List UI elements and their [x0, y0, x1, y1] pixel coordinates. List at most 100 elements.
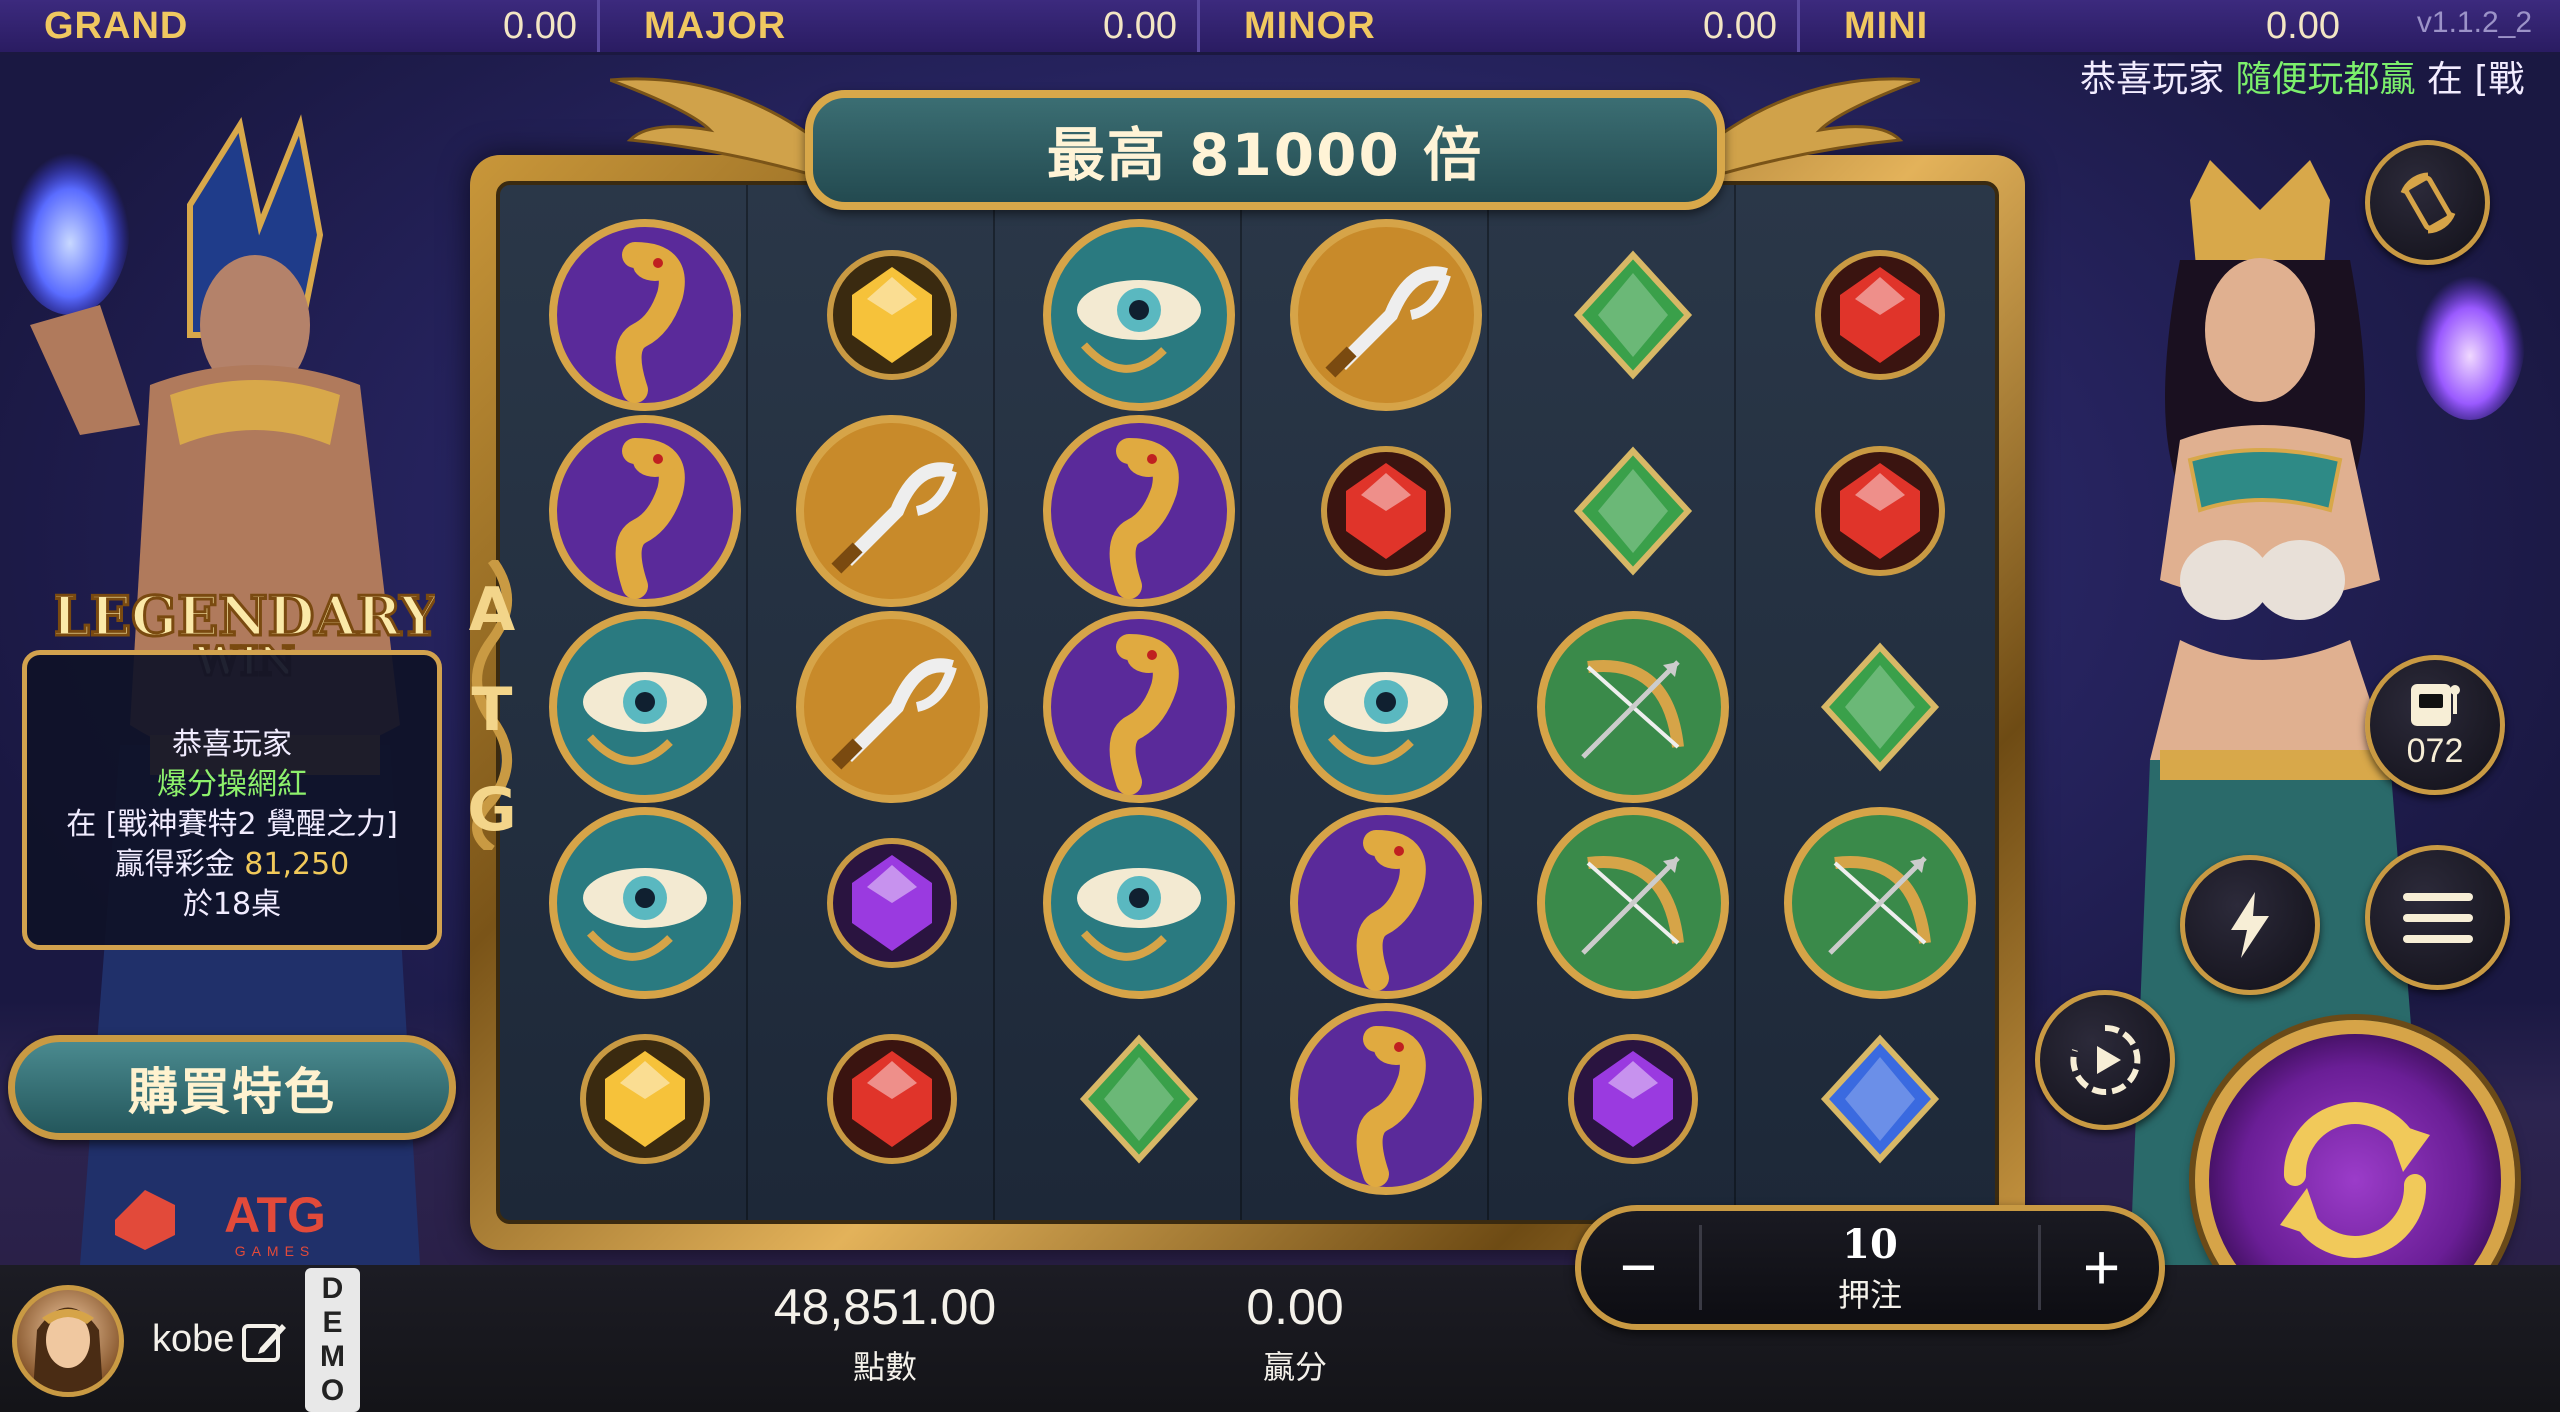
slot-machine-icon — [2411, 683, 2460, 726]
bet-label: 押注 — [1837, 1276, 1902, 1314]
bow-icon — [1784, 807, 1976, 999]
green-gem-icon — [1820, 642, 1940, 772]
rotate-screen-button[interactable] — [2365, 140, 2490, 265]
balance-value: 48,851.00 — [773, 1279, 997, 1335]
max-multiplier-text: 最高 81000 倍 — [1046, 121, 1484, 189]
cobra-icon — [549, 219, 741, 411]
blue-gem-icon — [1820, 1034, 1940, 1164]
notice-amount: 81,250 — [244, 847, 350, 882]
purple-gem-symbol — [1528, 999, 1738, 1199]
red-gem-icon — [1815, 250, 1945, 380]
green-gem-symbol — [1775, 607, 1985, 807]
jackpot-name: MINI — [1844, 4, 1929, 47]
winner-marquee: 恭喜玩家 隨便玩都贏 在 [戰 — [2080, 55, 2560, 105]
right-wing-ornament — [1700, 77, 1920, 180]
jackpot-minor: MINOR 0.00 — [1200, 0, 1800, 52]
purple-gem-icon — [1568, 1034, 1698, 1164]
left-wing-ornament — [610, 77, 830, 180]
jackpot-major: MAJOR 0.00 — [600, 0, 1200, 52]
demo-mode-badge: D E M O — [305, 1268, 360, 1412]
demo-letter: D — [321, 1272, 344, 1305]
atg-games-logo: ATG GAMES — [115, 1187, 326, 1259]
bet-decrease-button[interactable]: − — [1601, 1229, 1676, 1304]
atg-brand-name: ATG — [224, 1187, 326, 1243]
demo-letter: O — [320, 1374, 345, 1407]
atg-letter: T — [472, 675, 513, 745]
cobra-symbol — [1281, 803, 1491, 1003]
purple-gem-symbol — [787, 803, 997, 1003]
bow-icon — [1537, 807, 1729, 999]
cobra-icon — [1290, 1003, 1482, 1195]
jackpot-name: GRAND — [44, 4, 189, 47]
max-multiplier-banner: 最高 81000 倍 — [805, 90, 1725, 210]
atg-letter: A — [469, 575, 516, 645]
eye-icon — [549, 611, 741, 803]
avatar-portrait — [33, 1307, 103, 1392]
red-gem-icon — [1815, 446, 1945, 576]
buy-feature-button[interactable]: 購買特色 — [8, 1035, 456, 1140]
bet-value: 10 — [1842, 1221, 1898, 1268]
gold-gem-icon — [580, 1034, 710, 1164]
bow-symbol — [1775, 803, 1985, 1003]
jackpot-value: 0.00 — [1103, 4, 1177, 47]
gold-gem-icon — [827, 250, 957, 380]
auto-play-button[interactable] — [2035, 990, 2175, 1130]
khopesh-symbol — [1281, 215, 1491, 415]
demo-letter: M — [320, 1340, 345, 1373]
cobra-icon — [549, 415, 741, 607]
version-label: v1.1.2_2 — [2416, 6, 2532, 39]
player-avatar[interactable] — [12, 1285, 124, 1397]
marquee-suffix: 在 [戰 — [2415, 59, 2525, 100]
win-label: 贏分 — [1262, 1348, 1327, 1386]
green-gem-icon — [1079, 1034, 1199, 1164]
hamburger-icon — [2402, 892, 2473, 943]
atg-vertical-logo: A T G — [467, 560, 517, 850]
gold-gem-symbol — [540, 999, 750, 1199]
autoplay-icon — [2070, 1024, 2141, 1095]
notice-player: 爆分操網紅 — [157, 767, 307, 802]
red-gem-icon — [1321, 446, 1451, 576]
atg-brand-sub: GAMES — [235, 1243, 316, 1259]
jackpot-value: 0.00 — [1703, 4, 1777, 47]
khopesh-icon — [1290, 219, 1482, 411]
red-gem-symbol — [1775, 411, 1985, 611]
eye-symbol — [1281, 607, 1491, 807]
cobra-symbol — [1034, 607, 1244, 807]
big-win-notice: 恭喜玩家 爆分操網紅 在 [戰神賽特2 覺醒之力] 贏得彩金 81,250 於1… — [22, 650, 442, 950]
red-gem-symbol — [1281, 411, 1491, 611]
notice-table: 於18桌 — [182, 887, 282, 922]
notice-amount-label: 贏得彩金 — [114, 847, 235, 882]
bet-increase-button[interactable]: + — [2064, 1229, 2139, 1304]
cobra-symbol — [540, 215, 750, 415]
khopesh-icon — [796, 611, 988, 803]
notice-line1: 恭喜玩家 — [172, 727, 292, 762]
eye-icon — [549, 807, 741, 999]
cobra-icon — [1290, 807, 1482, 999]
bet-control: − 10 押注 + — [1575, 1205, 2165, 1330]
cobra-icon — [1043, 415, 1235, 607]
blue-gem-symbol — [1775, 999, 1985, 1199]
edit-name-icon[interactable] — [240, 1318, 288, 1366]
bet-display: 10 押注 — [1681, 1221, 2059, 1316]
cobra-symbol — [540, 411, 750, 611]
notice-amount-row: 贏得彩金 81,250 — [27, 845, 437, 885]
jackpot-value: 0.00 — [503, 4, 577, 47]
auto-spin-counter-button[interactable]: 072 — [2365, 655, 2505, 795]
bow-symbol — [1528, 607, 1738, 807]
bet-divider — [2038, 1225, 2041, 1310]
rotate-icon — [2400, 172, 2455, 233]
notice-game: 在 [戰神賽特2 覺醒之力] — [66, 807, 398, 842]
player-name: kobe — [152, 1318, 235, 1360]
menu-button[interactable] — [2365, 845, 2510, 990]
marquee-prefix: 恭喜玩家 — [2080, 59, 2236, 100]
green-gem-symbol — [1528, 215, 1738, 415]
khopesh-symbol — [787, 411, 997, 611]
turbo-button[interactable] — [2180, 855, 2320, 995]
red-gem-symbol — [787, 999, 997, 1199]
jackpot-value: 0.00 — [2266, 4, 2340, 47]
eye-symbol — [540, 607, 750, 807]
eye-icon — [1290, 611, 1482, 803]
bow-icon — [1537, 611, 1729, 803]
eye-symbol — [1034, 803, 1244, 1003]
win-display: 0.00 贏分 — [1145, 1278, 1445, 1388]
